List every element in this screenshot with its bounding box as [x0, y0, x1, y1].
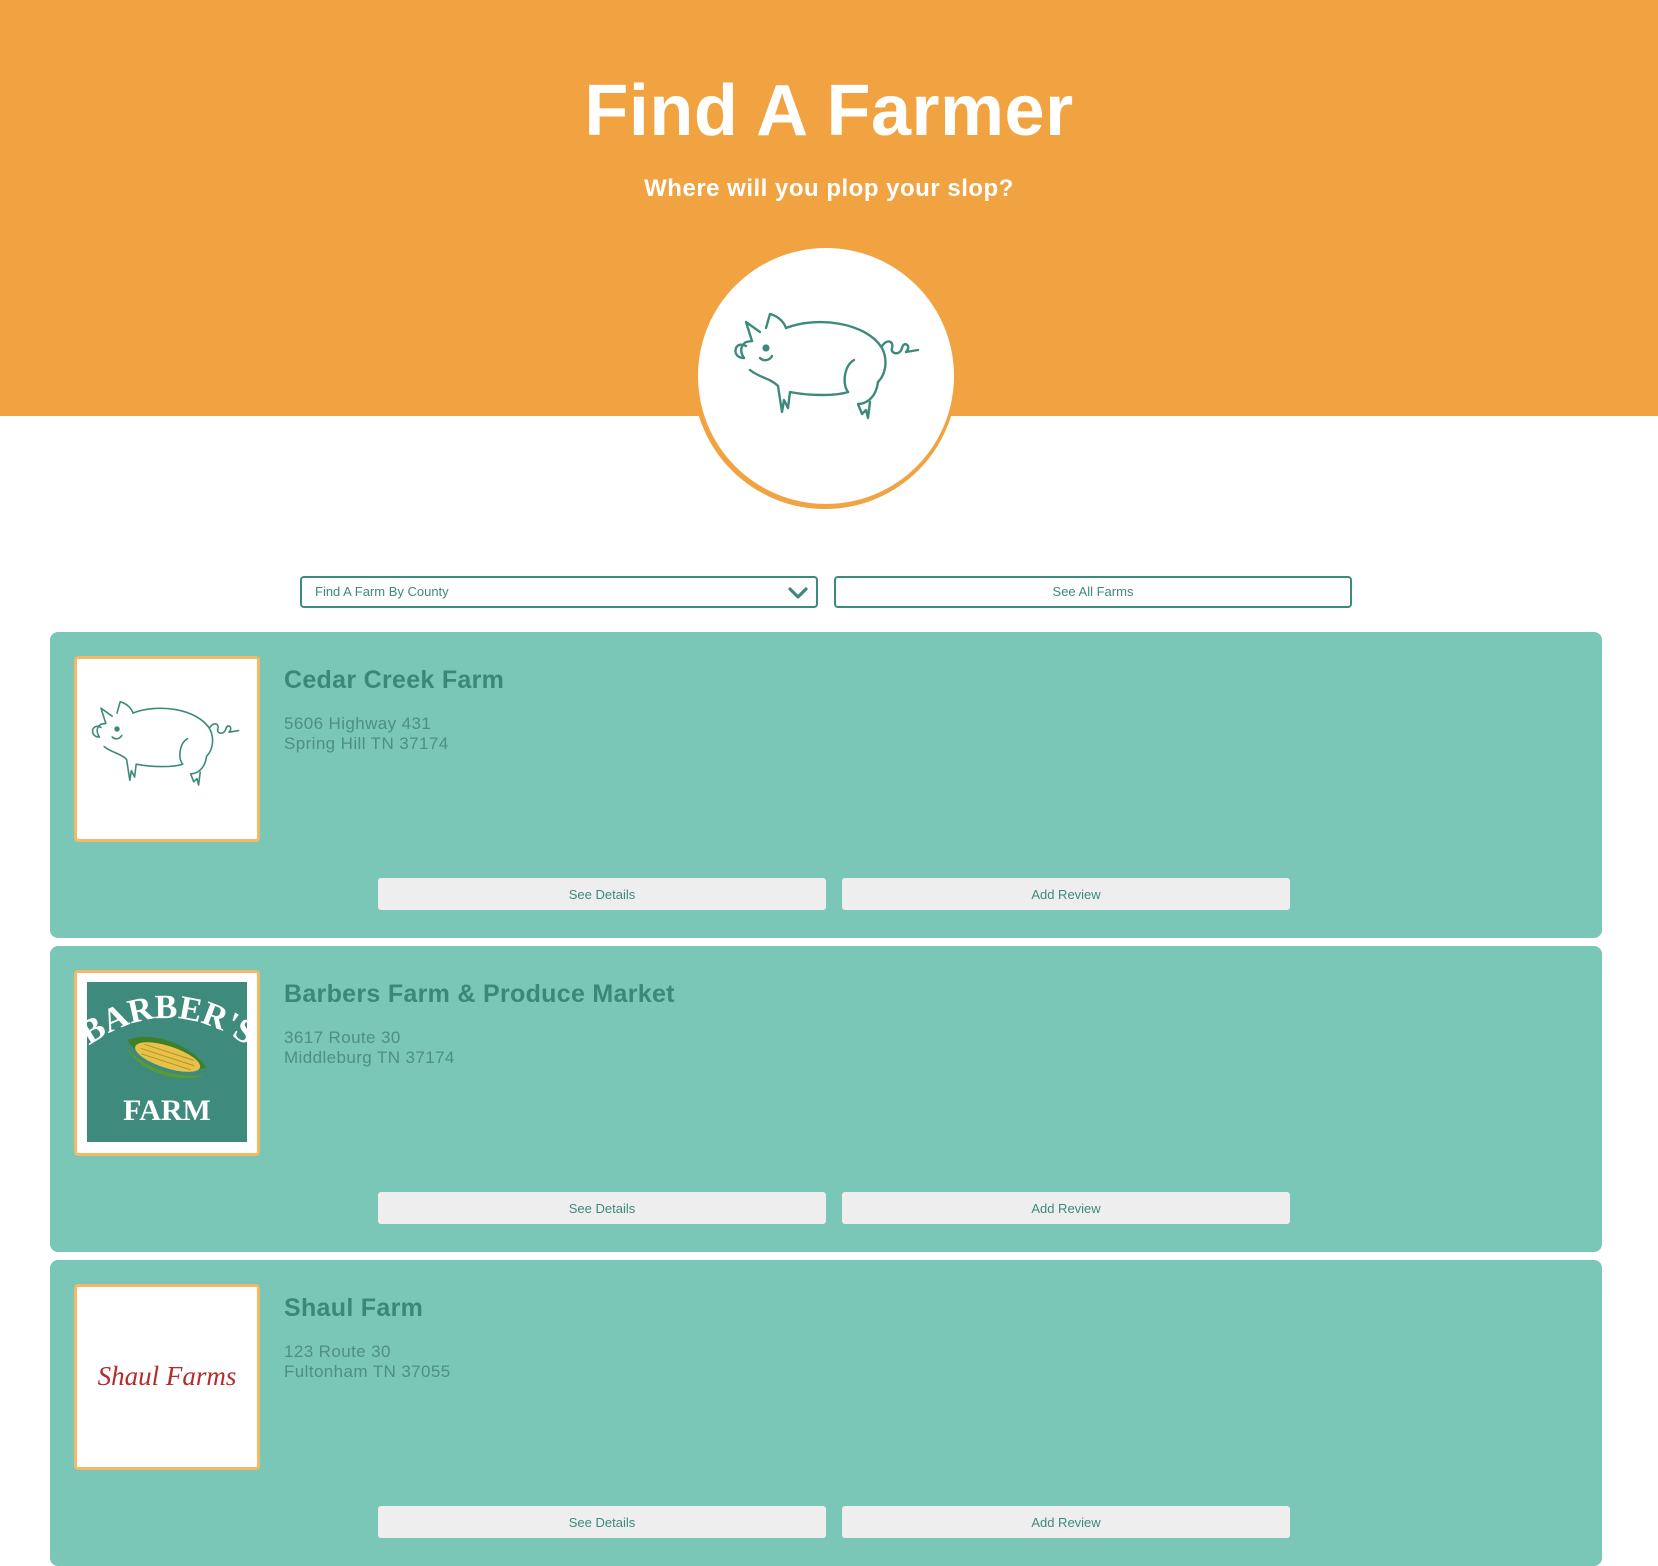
add-review-button[interactable]: Add Review [842, 1192, 1290, 1224]
barbers-farm-logo: BARBER'S FARM [77, 982, 257, 1142]
page-tagline: Where will you plop your slop? [644, 175, 1014, 202]
see-all-farms-button[interactable]: See All Farms [834, 576, 1352, 608]
address-line-2: Middleburg TN 37174 [284, 1048, 455, 1067]
farm-card: Cedar Creek Farm 5606 Highway 431 Spring… [50, 632, 1602, 938]
county-select[interactable]: Find A Farm By County [300, 576, 818, 608]
see-details-button[interactable]: See Details [378, 878, 826, 910]
address-line-1: 5606 Highway 431 [284, 714, 432, 733]
pig-icon [734, 312, 920, 420]
filter-bar: Find A Farm By County See All Farms [0, 576, 1658, 608]
see-details-button[interactable]: See Details [378, 1506, 826, 1538]
address-line-1: 3617 Route 30 [284, 1028, 401, 1047]
chevron-down-icon [788, 587, 808, 599]
farm-card: Shaul Farms Shaul Farm 123 Route 30 Fult… [50, 1260, 1602, 1566]
farm-name: Barbers Farm & Produce Market [284, 980, 675, 1008]
farm-card: BARBER'S FARM Barbers Farm & Produce Mar… [50, 946, 1602, 1252]
shaul-farms-logo: Shaul Farms [98, 1361, 237, 1391]
page-title: Find A Farmer [584, 71, 1074, 151]
farm-thumbnail: BARBER'S FARM [74, 970, 260, 1156]
county-select-value: Find A Farm By County [315, 584, 449, 599]
add-review-button[interactable]: Add Review [842, 1506, 1290, 1538]
add-review-button[interactable]: Add Review [842, 878, 1290, 910]
address-line-2: Fultonham TN 37055 [284, 1362, 451, 1381]
farm-address: 3617 Route 30 Middleburg TN 37174 [284, 1028, 455, 1068]
medallion [698, 248, 954, 504]
address-line-2: Spring Hill TN 37174 [284, 734, 449, 753]
svg-text:Shaul Farms: Shaul Farms [98, 1361, 237, 1391]
address-line-1: 123 Route 30 [284, 1342, 391, 1361]
see-details-button[interactable]: See Details [378, 1192, 826, 1224]
farm-thumbnail [74, 656, 260, 842]
farm-name: Shaul Farm [284, 1294, 424, 1322]
farm-thumbnail: Shaul Farms [74, 1284, 260, 1470]
farm-name: Cedar Creek Farm [284, 666, 505, 694]
farm-address: 123 Route 30 Fultonham TN 37055 [284, 1342, 451, 1382]
svg-text:FARM: FARM [123, 1094, 211, 1127]
farm-address: 5606 Highway 431 Spring Hill TN 37174 [284, 714, 449, 754]
pig-icon [91, 701, 240, 786]
